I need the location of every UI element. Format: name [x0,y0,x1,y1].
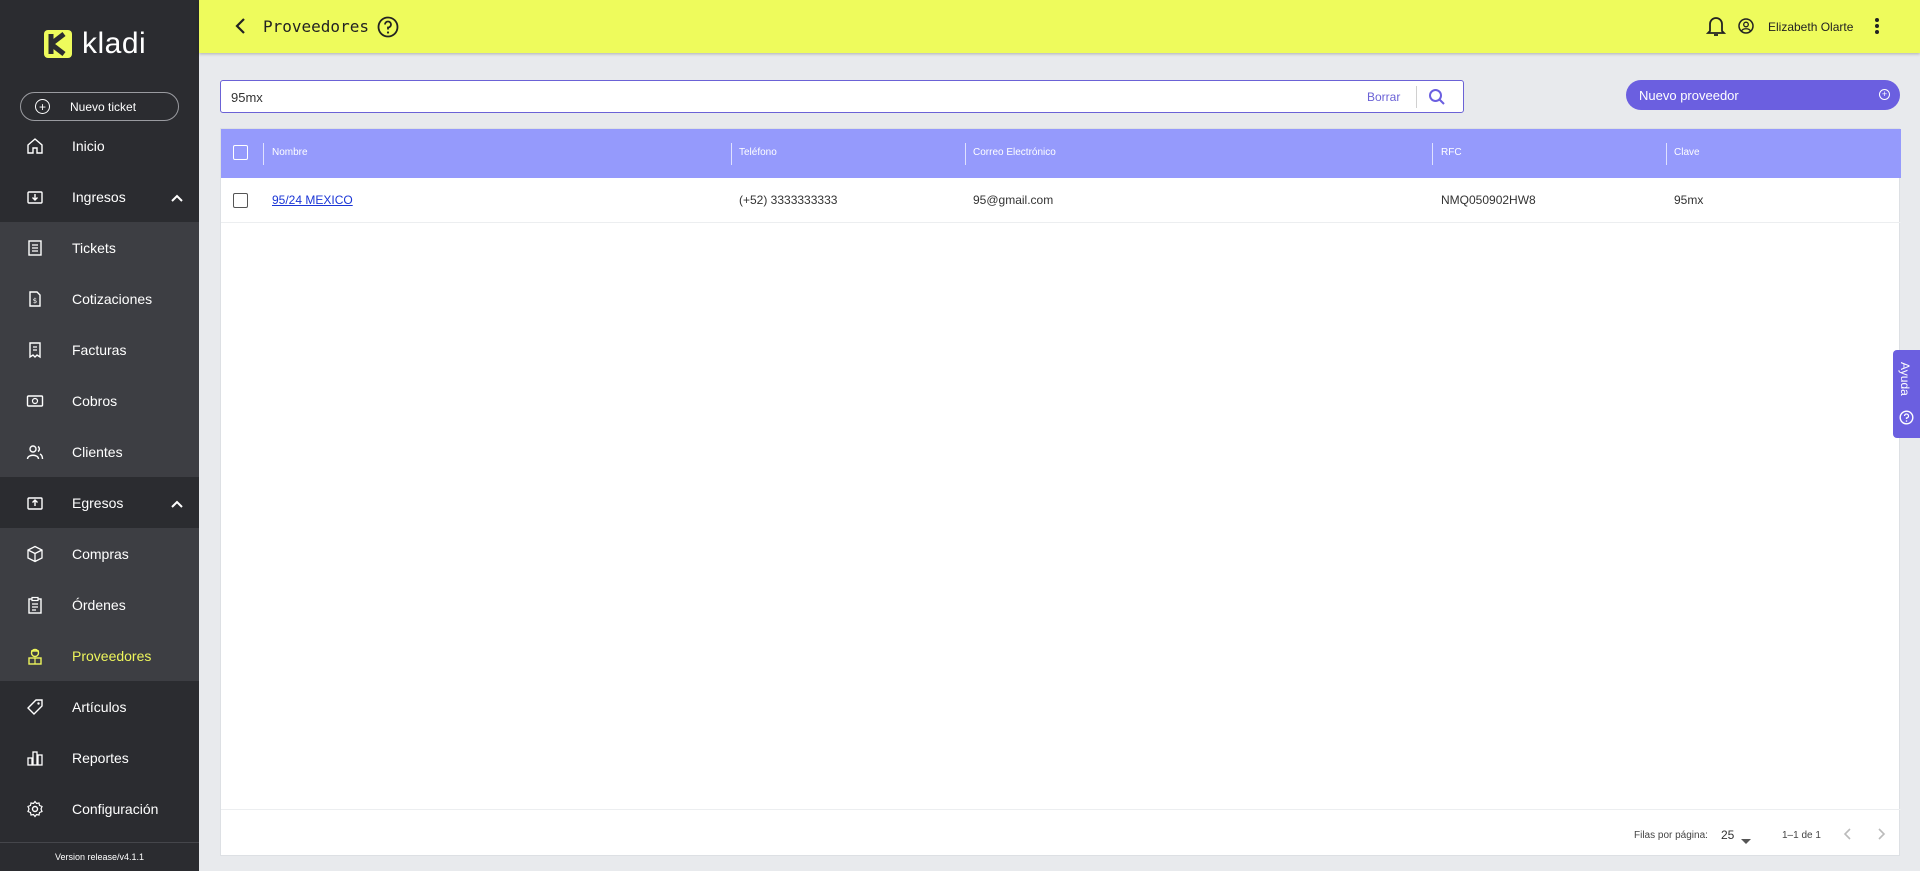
column-divider [731,143,732,165]
chevron-left-icon[interactable] [1843,827,1853,846]
column-divider [1432,143,1433,165]
sidebar-item-tickets[interactable]: Tickets [0,222,199,273]
rows-per-page-select[interactable]: 25 [1721,828,1734,842]
box-icon [26,545,44,563]
sidebar-item-reportes[interactable]: Reportes [0,732,199,783]
tag-icon [26,698,44,716]
row-checkbox[interactable] [233,193,248,208]
column-divider [1666,143,1667,165]
sidebar-item-label: Inicio [72,137,105,154]
kladi-logo-icon [44,30,72,58]
home-icon [26,137,44,155]
user-avatar-icon[interactable] [1738,18,1754,39]
invoice-icon [26,341,44,359]
version-label: Version release/v4.1.1 [0,842,199,871]
new-supplier-button[interactable]: Nuevo proveedor + [1626,80,1900,110]
gear-icon [26,800,44,818]
egresos-icon [26,494,44,512]
help-circle-icon [1899,410,1914,430]
sidebar-item-egresos[interactable]: Egresos [0,477,199,528]
sidebar-item-configuracion[interactable]: Configuración [0,783,199,834]
search-icon[interactable] [1428,88,1446,111]
users-icon [26,443,44,461]
quote-icon: $ [26,290,44,308]
chart-icon [26,749,44,767]
column-divider [263,143,264,165]
sidebar-item-label: Cobros [72,392,118,409]
table-pagination: Filas por página: 25 1–1 de 1 [221,809,1901,857]
supplier-phone: (+52) 3333333333 [739,193,838,207]
sidebar-item-label: Órdenes [72,596,126,613]
back-arrow-icon[interactable] [232,16,248,41]
sidebar-item-ordenes[interactable]: Órdenes [0,579,199,630]
user-name[interactable]: Elizabeth Olarte [1768,20,1853,34]
sidebar-item-label: Ingresos [72,188,126,205]
help-icon[interactable] [377,16,399,43]
column-header-telefono[interactable]: Teléfono [739,147,777,158]
logo[interactable]: kladi [42,24,146,64]
column-header-rfc[interactable]: RFC [1441,147,1462,158]
chevron-up-icon [171,495,183,511]
help-side-tab[interactable]: Ayuda [1893,350,1920,438]
sidebar-item-cotizaciones[interactable]: $ Cotizaciones [0,273,199,324]
ingresos-icon [26,188,44,206]
svg-text:$: $ [33,297,37,305]
plus-circle-icon: + [1879,89,1890,100]
search-input[interactable] [231,87,1331,107]
sidebar-item-label: Reportes [72,749,129,766]
plus-circle-icon: + [35,99,50,114]
new-ticket-label: Nuevo ticket [70,99,137,114]
logo-text: kladi [82,27,147,60]
search-divider [1416,86,1417,108]
sidebar-item-proveedores[interactable]: Proveedores [0,630,199,681]
sidebar-item-label: Proveedores [72,647,152,664]
clear-search-button[interactable]: Borrar [1367,90,1400,104]
more-vert-icon[interactable] [1874,16,1880,41]
sidebar-item-label: Facturas [72,341,127,358]
column-divider [965,143,966,165]
sidebar-item-label: Egresos [72,494,124,511]
supplier-email: 95@gmail.com [973,193,1054,207]
notifications-bell-icon[interactable] [1705,15,1727,42]
supplier-rfc: NMQ050902HW8 [1441,193,1536,207]
page-title: Proveedores [263,17,369,36]
table-row[interactable]: 95/24 MEXICO (+52) 3333333333 95@gmail.c… [221,178,1901,223]
clipboard-icon [26,596,44,614]
chevron-right-icon[interactable] [1876,827,1886,846]
new-ticket-button[interactable]: + Nuevo ticket [20,92,179,121]
sidebar-item-label: Artículos [72,698,127,715]
sidebar-item-compras[interactable]: Compras [0,528,199,579]
supplier-icon [26,647,44,665]
supplier-name-link[interactable]: 95/24 MEXICO [272,193,353,207]
sidebar-item-cobros[interactable]: Cobros [0,375,199,426]
search-bar: Borrar [220,80,1464,113]
sidebar-item-label: Tickets [72,239,116,256]
sidebar-item-label: Compras [72,545,129,562]
rows-per-page-label: Filas por página: [1634,830,1708,841]
supplier-key: 95mx [1674,193,1704,207]
sidebar-item-clientes[interactable]: Clientes [0,426,199,477]
pagination-range: 1–1 de 1 [1782,830,1821,841]
table-header: Nombre Teléfono Correo Electrónico RFC C… [221,129,1901,178]
sidebar-item-articulos[interactable]: Artículos [0,681,199,732]
sidebar-item-inicio[interactable]: Inicio [0,120,199,171]
suppliers-table: Nombre Teléfono Correo Electrónico RFC C… [220,128,1901,857]
column-header-nombre[interactable]: Nombre [272,147,308,158]
sidebar-item-facturas[interactable]: Facturas [0,324,199,375]
new-supplier-label: Nuevo proveedor [1639,87,1739,103]
caret-down-icon[interactable] [1741,832,1751,850]
column-header-clave[interactable]: Clave [1674,147,1700,158]
sidebar-item-label: Configuración [72,800,159,817]
ticket-icon [26,239,44,257]
money-icon [26,392,44,410]
sidebar-item-ingresos[interactable]: Ingresos [0,171,199,222]
chevron-up-icon [171,189,183,205]
sidebar: kladi + Nuevo ticket Inicio Ingresos Tic… [0,0,199,871]
sidebar-item-label: Clientes [72,443,123,460]
top-header: Proveedores Elizabeth Olarte [199,0,1920,53]
column-header-correo[interactable]: Correo Electrónico [973,147,1056,158]
sidebar-item-label: Cotizaciones [72,290,153,307]
help-tab-label: Ayuda [1898,362,1912,396]
select-all-checkbox[interactable] [233,145,248,160]
